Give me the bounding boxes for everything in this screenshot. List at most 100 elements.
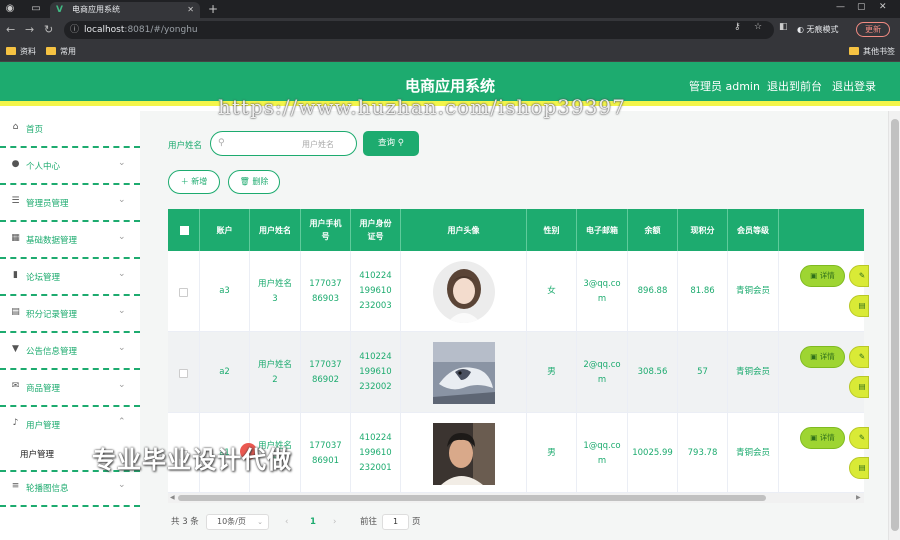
cell-account: a2 [200,332,250,413]
browser-menu-icon[interactable]: ◉ [4,3,16,15]
table-row[interactable]: a3 用户姓名3 17703786903 410224199610232003 … [168,251,869,332]
chevron-down-icon: ⌄ [118,269,126,279]
table-row[interactable]: a2 用户姓名2 17703786902 410224199610232002 … [168,332,869,413]
column-header[interactable]: 性别 [527,209,577,251]
sidebar-item-points[interactable]: ▤ 积分记录管理 ⌄ [0,296,140,333]
page-size-select[interactable]: 10条/页 ⌄ [206,514,269,530]
cell-phone: 17703786902 [301,332,351,413]
column-header[interactable]: 电子邮箱 [577,209,628,251]
browser-tab[interactable]: V 电商应用系统 ✕ [50,2,200,18]
new-tab-icon[interactable]: + [208,2,218,16]
select-all-checkbox[interactable] [180,226,189,235]
table-horizontal-scrollbar[interactable]: ◀ ▶ [168,493,864,503]
chart-icon: ▮ [13,270,18,280]
sidebar-item-admins[interactable]: ☰ 管理员管理 ⌄ [0,185,140,222]
minimize-icon[interactable]: — [836,2,845,12]
column-header[interactable]: 用户头像 [401,209,527,251]
sidebar-item-home[interactable]: ⌂ 首页 [0,111,140,148]
close-window-icon[interactable]: ✕ [879,2,887,12]
close-tab-icon[interactable]: ✕ [187,2,194,18]
maximize-icon[interactable]: ▢ [857,2,866,12]
chevron-down-icon: ⌄ [118,380,126,390]
edit-button-partial[interactable]: ✎ [849,346,869,368]
tab-list-icon[interactable]: ▭ [30,3,42,15]
column-header[interactable]: 用户身份证号 [351,209,401,251]
sidebar-item-label: 管理员管理 [26,199,69,209]
sidebar-item-profile[interactable]: ● 个人中心 ⌄ [0,148,140,185]
column-header[interactable]: 余额 [628,209,678,251]
add-button[interactable]: ＋ 新增 [168,170,220,194]
query-button[interactable]: 查询 ⚲ [363,131,419,156]
chevron-up-icon: ⌃ [118,417,126,427]
avatar[interactable] [432,422,495,485]
table-scrollbar-thumb[interactable] [178,495,766,501]
cell-name: 用户姓名3 [250,251,301,332]
bookmark-folder-1[interactable]: 常用 [46,46,76,58]
sidebar-item-label: 用户管理 [26,421,61,431]
edit-button-partial[interactable]: ✎ [849,427,869,449]
column-header[interactable]: 账户 [200,209,250,251]
avatar[interactable] [432,260,495,323]
chevron-down-icon: ⌄ [118,343,126,353]
sidebar-item-carousel[interactable]: ≡ 轮播图信息 ⌄ [0,470,140,507]
goto-page-input[interactable]: 1 [382,514,409,530]
bookmark-folder-0[interactable]: 资料 [6,46,36,58]
avatar[interactable] [432,341,495,404]
column-header[interactable]: 现积分 [678,209,728,251]
column-header[interactable]: 用户姓名 [250,209,301,251]
edit-icon: ✎ [858,271,866,280]
grid-icon: ▦ [11,233,20,243]
logout-link[interactable]: 退出登录 [832,78,876,94]
cell-points: 57 [678,332,728,413]
incognito-indicator[interactable]: ◐ 无痕模式 [797,21,839,39]
goto-label: 前往 [360,517,378,527]
scroll-left-icon[interactable]: ◀ [170,493,175,503]
prev-page-icon[interactable]: ‹ [285,514,288,530]
clipboard-icon: ▤ [11,307,20,317]
next-page-icon[interactable]: › [333,514,336,530]
url-input[interactable]: ⓘ localhost:8081/#/yonghu [64,21,774,39]
delete-row-button-partial[interactable]: ▤ [849,376,869,398]
forward-icon[interactable]: → [25,23,34,37]
row-checkbox[interactable] [179,369,188,378]
row-checkbox[interactable] [179,288,188,297]
sidebar-item-forum[interactable]: ▮ 论坛管理 ⌄ [0,259,140,296]
pagination-total: 共 3 条 [171,517,199,527]
cell-points: 81.86 [678,251,728,332]
page-number-current[interactable]: 1 [310,514,316,530]
cell-avatar [401,332,527,413]
detail-button[interactable]: ▣ 详情 [800,427,845,449]
sidebar-item-basedata[interactable]: ▦ 基础数据管理 ⌄ [0,222,140,259]
sidebar-item-notices[interactable]: ▼ 公告信息管理 ⌄ [0,333,140,370]
column-header[interactable]: 用户手机号 [301,209,351,251]
sidebar-item-label: 基础数据管理 [26,236,78,246]
delete-row-button-partial[interactable]: ▤ [849,457,869,479]
other-bookmarks[interactable]: 其他书签 [849,46,895,58]
page-scrollbar[interactable] [888,111,900,540]
star-icon[interactable]: ☆ [754,22,762,32]
sidebar-item-goods[interactable]: ✉ 商品管理 ⌄ [0,370,140,407]
chevron-down-icon: ⌄ [118,480,126,490]
site-info-icon[interactable]: ⓘ [70,21,79,39]
sidepanel-icon[interactable]: ◧ [779,22,788,32]
column-header[interactable]: 会员等级 [728,209,779,251]
update-button[interactable]: 更新 [856,22,890,37]
user-icon: ● [11,159,20,169]
cell-name: 用户姓名2 [250,332,301,413]
delete-row-button-partial[interactable]: ▤ [849,295,869,317]
key-icon[interactable]: ⚷ [734,22,741,32]
edit-button-partial[interactable]: ✎ [849,265,869,287]
delete-button[interactable]: 🗑 删除 [228,170,280,194]
detail-button[interactable]: ▣ 详情 [800,346,845,368]
search-input[interactable]: ⚲ 用户姓名 [210,131,357,156]
edit-icon: ▣ [810,271,818,280]
page-scrollbar-thumb[interactable] [891,119,899,531]
scroll-right-icon[interactable]: ▶ [856,493,861,503]
frontend-link[interactable]: 退出到前台 [767,78,822,94]
reload-icon[interactable]: ↻ [44,23,53,37]
plus-icon: ＋ [180,177,189,186]
detail-button[interactable]: ▣ 详情 [800,265,845,287]
cell-idcard: 410224199610232002 [351,332,401,413]
back-icon[interactable]: ← [6,23,15,37]
chevron-down-icon: ⌄ [118,232,126,242]
